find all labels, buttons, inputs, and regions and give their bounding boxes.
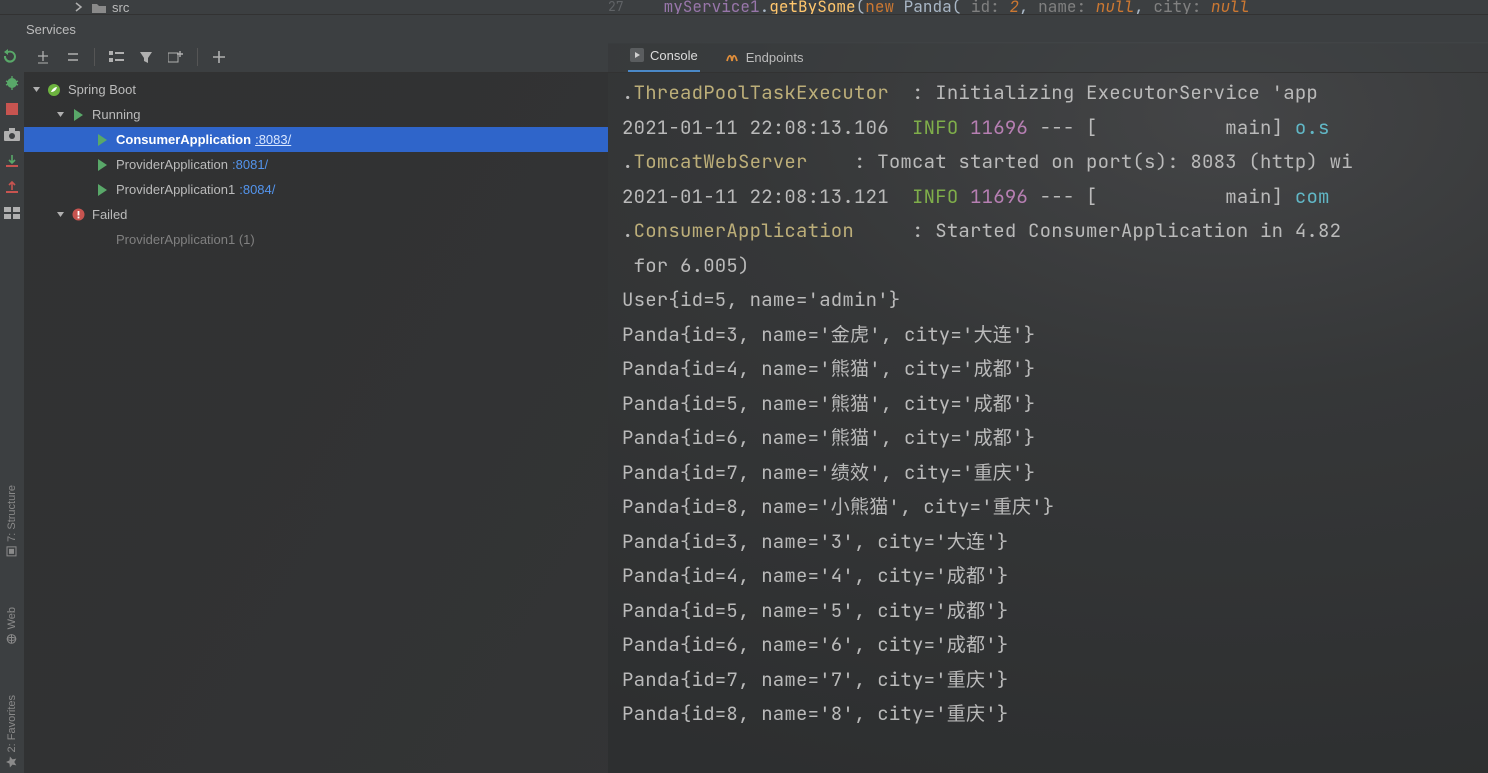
tree-item-label: ProviderApplication1 (1): [116, 232, 255, 247]
tree-run-config[interactable]: ConsumerApplication :8083/: [24, 127, 608, 152]
spring-icon: [46, 83, 62, 97]
services-tree-col: Spring Boot Running ConsumerApplication :80…: [24, 42, 608, 773]
collapse-all-button[interactable]: [62, 46, 84, 68]
debug-button[interactable]: [1, 72, 23, 94]
tree-root[interactable]: Spring Boot: [24, 77, 608, 102]
tree-item-label: Spring Boot: [68, 82, 136, 97]
services-tree[interactable]: Spring Boot Running ConsumerApplication :80…: [24, 73, 608, 773]
chevron-down-icon: [54, 110, 66, 119]
add-button[interactable]: [208, 46, 230, 68]
console-output[interactable]: .ThreadPoolTaskExecutor : Initializing E…: [608, 72, 1488, 773]
tab-console[interactable]: Console: [628, 42, 700, 72]
tree-item-label: ConsumerApplication: [116, 132, 251, 147]
stop-button[interactable]: [1, 98, 23, 120]
tree-run-config[interactable]: ProviderApplication :8081/: [24, 152, 608, 177]
services-panel-header[interactable]: Services: [0, 14, 1488, 44]
add-config-button[interactable]: [165, 46, 187, 68]
chevron-down-icon: [30, 85, 42, 94]
tree-item-label: Failed: [92, 207, 127, 222]
services-side-toolbar: 7: Structure Web 2: Favorites: [0, 42, 24, 773]
tree-item-label: ProviderApplication1: [116, 182, 235, 197]
folder-icon: [92, 2, 106, 13]
play-icon: [70, 109, 86, 121]
chevron-right-icon: [74, 2, 84, 12]
play-icon: [94, 134, 110, 146]
chevron-down-icon: [54, 210, 66, 219]
play-icon: [94, 184, 110, 196]
layout-button[interactable]: [1, 202, 23, 224]
group-by-button[interactable]: [105, 46, 127, 68]
expand-all-button[interactable]: [32, 46, 54, 68]
import-button[interactable]: [1, 176, 23, 198]
tree-item-port: :8084/: [239, 182, 275, 197]
tree-run-config[interactable]: ProviderApplication1 (1): [24, 227, 608, 252]
toolwin-favorites[interactable]: 2: Favorites: [6, 695, 18, 767]
gutter-line-number: 27: [608, 0, 624, 14]
play-icon: [94, 159, 110, 171]
tree-item-label: Running: [92, 107, 140, 122]
services-tree-toolbar: [24, 42, 608, 73]
folder-label: src: [112, 0, 129, 15]
project-topbar: src 27 myService1.getBySome(new Panda( i…: [0, 0, 1488, 14]
tree-item-port: :8083/: [255, 132, 291, 147]
console-area: Console Endpoints .ThreadPoolTaskExecuto…: [608, 42, 1488, 773]
tree-run-config[interactable]: ProviderApplication1 :8084/: [24, 177, 608, 202]
run-tabs: Console Endpoints: [608, 42, 1488, 73]
services-title: Services: [26, 22, 76, 37]
toolwin-web[interactable]: Web: [6, 607, 18, 644]
rerun-button[interactable]: [1, 46, 23, 68]
error-icon: [70, 208, 86, 221]
export-button[interactable]: [1, 150, 23, 172]
toolwin-structure[interactable]: 7: Structure: [6, 485, 18, 557]
project-tree-frag: src: [0, 0, 608, 14]
tree-group[interactable]: Running: [24, 102, 608, 127]
filter-button[interactable]: [135, 46, 157, 68]
tree-item-label: ProviderApplication: [116, 157, 228, 172]
run-icon: [630, 48, 644, 62]
tab-endpoints[interactable]: Endpoints: [722, 42, 806, 72]
snapshot-button[interactable]: [1, 124, 23, 146]
endpoints-icon: [724, 50, 740, 64]
tree-item-port: :8081/: [232, 157, 268, 172]
tab-endpoints-label: Endpoints: [746, 50, 804, 65]
editor-line-frag: 27 myService1.getBySome(new Panda( id: 2…: [608, 0, 1488, 14]
tree-group[interactable]: Failed: [24, 202, 608, 227]
tab-console-label: Console: [650, 48, 698, 63]
